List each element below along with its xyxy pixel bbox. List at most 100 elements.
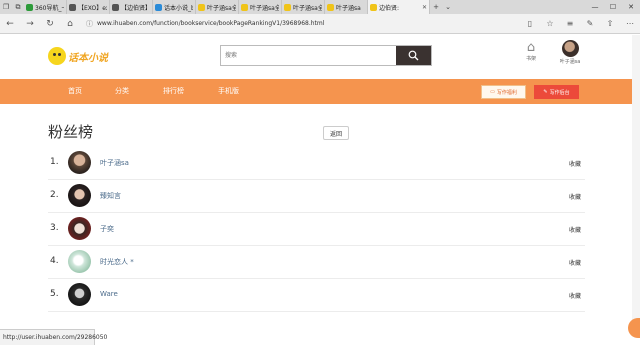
page-title: 粉丝榜 (48, 123, 94, 141)
bookshelf-link[interactable]: ⌂ 书架 (521, 40, 541, 62)
tab-favicon (26, 3, 33, 11)
search-button[interactable] (396, 46, 431, 65)
gift-icon: ▭ (490, 89, 495, 95)
close-window-icon[interactable]: ✕ (622, 0, 640, 14)
status-bar-url: http://user.ihuaben.com/29286050 (0, 329, 107, 345)
writing-welfare-label: 写作福利 (496, 89, 517, 96)
reading-view-icon[interactable]: ▯ (520, 14, 540, 34)
tab-favicon (155, 3, 162, 11)
tab-favicon (198, 3, 205, 11)
fan-rank: 4. (50, 256, 59, 266)
fan-name[interactable]: 时光恋人 * (100, 257, 134, 267)
page-info-icon[interactable]: ⓘ (86, 19, 93, 29)
tab-label: 叶子涵sa全部 (293, 4, 322, 12)
collect-link[interactable]: 收藏 (569, 159, 581, 168)
fan-avatar[interactable] (68, 217, 91, 240)
collect-link[interactable]: 收藏 (569, 225, 581, 234)
address-bar: ← → ↻ ⌂ ⓘ www.ihuaben.com/function/books… (0, 14, 640, 34)
nav-home[interactable]: 首页 (68, 86, 82, 96)
site-header: 话本小说 ⌂ 书架 叶子涵sa (0, 35, 640, 78)
user-name: 叶子涵sa (559, 59, 581, 65)
fan-avatar[interactable] (68, 184, 91, 207)
tab-favicon (241, 3, 248, 11)
forward-arrow-icon[interactable]: → (20, 14, 40, 34)
fan-row: 3. 子奕 收藏 (48, 213, 585, 246)
collect-link[interactable]: 收藏 (569, 192, 581, 201)
tab-label: 话本小说_bb (164, 4, 193, 12)
logo-text: 话本小说 (68, 52, 108, 64)
favorites-hub-icon[interactable]: ≡ (560, 14, 580, 34)
browser-tab[interactable]: 叶子涵sa全部 (196, 0, 239, 14)
fan-name[interactable]: 叶子涵sa (100, 158, 129, 168)
home-icon[interactable]: ⌂ (60, 14, 80, 34)
browser-tab[interactable]: 【边伯贤】L (110, 0, 153, 14)
fan-rank: 1. (50, 157, 59, 167)
tab-favicon (370, 3, 377, 11)
url-field[interactable]: ⓘ www.ihuaben.com/function/bookservice/b… (86, 17, 510, 31)
refresh-icon[interactable]: ↻ (40, 14, 60, 34)
writing-backend-label: 写作后台 (549, 89, 570, 96)
url-text[interactable]: www.ihuaben.com/function/bookservice/boo… (97, 20, 324, 27)
tab-preview-icon[interactable]: ❐ (0, 0, 12, 14)
maximize-icon[interactable]: ☐ (604, 0, 622, 14)
back-button[interactable]: 返回 (323, 126, 349, 140)
fan-name[interactable]: Ware (100, 290, 118, 298)
floating-side-button[interactable] (628, 318, 640, 338)
fan-row: 1. 叶子涵sa 收藏 (48, 147, 585, 180)
tab-label: 360导航_一个 (35, 4, 64, 12)
new-tab-icon[interactable]: + (430, 0, 442, 14)
fan-rank: 3. (50, 223, 59, 233)
minimize-icon[interactable]: — (586, 0, 604, 14)
fan-row: 5. Ware 收藏 (48, 279, 585, 312)
search-box (220, 45, 432, 66)
fan-name[interactable]: 子奕 (100, 224, 114, 234)
window-controls: — ☐ ✕ (586, 0, 640, 14)
search-input[interactable] (221, 46, 396, 65)
browser-tab[interactable]: 叶子涵sa (325, 0, 368, 14)
fan-avatar[interactable] (68, 283, 91, 306)
tab-label: 叶子涵sa全部 (250, 4, 279, 12)
user-menu[interactable]: 叶子涵sa (553, 40, 587, 65)
more-icon[interactable]: ⋯ (620, 14, 640, 34)
browser-tab-active[interactable]: 边伯贤: ✕ (368, 0, 430, 14)
browser-tab-strip: ❐ ⧉ 360导航_一个 【EXO】exo 【边伯贤】L 话本小说_bb 叶子涵… (0, 0, 640, 14)
writing-backend-button[interactable]: ✎ 写作后台 (534, 85, 579, 99)
bookshelf-label: 书架 (525, 56, 536, 62)
favorite-star-icon[interactable]: ☆ (540, 14, 560, 34)
main-nav: 首页 分类 排行榜 手机版 ▭ 写作福利 ✎ 写作后台 (0, 79, 640, 104)
tab-list-icon[interactable]: ⌄ (442, 0, 454, 14)
nav-mobile[interactable]: 手机版 (218, 86, 239, 96)
collect-link[interactable]: 收藏 (569, 291, 581, 300)
bookshelf-icon: ⌂ (526, 40, 536, 55)
tab-favicon (69, 3, 76, 11)
browser-tab[interactable]: 【EXO】exo (67, 0, 110, 14)
fan-avatar[interactable] (68, 250, 91, 273)
pen-icon: ✎ (543, 89, 548, 95)
page-scrollbar[interactable] (632, 35, 640, 329)
fan-rank: 2. (50, 190, 59, 200)
browser-tab[interactable]: 话本小说_bb (153, 0, 196, 14)
site-logo[interactable]: 话本小说 (48, 47, 108, 65)
share-icon[interactable]: ⇧ (600, 14, 620, 34)
browser-tab[interactable]: 叶子涵sa全部 (282, 0, 325, 14)
logo-mascot-icon (48, 47, 66, 65)
close-tab-icon[interactable]: ✕ (422, 4, 427, 11)
browser-tab[interactable]: 360导航_一个 (24, 0, 67, 14)
collect-link[interactable]: 收藏 (569, 258, 581, 267)
tab-label: 叶子涵sa (336, 4, 361, 12)
nav-ranking[interactable]: 排行榜 (163, 86, 184, 96)
pen-icon[interactable]: ✎ (580, 14, 600, 34)
writing-welfare-button[interactable]: ▭ 写作福利 (481, 85, 526, 99)
tab-switch-icon[interactable]: ⧉ (12, 0, 24, 14)
tab-favicon (284, 3, 291, 11)
nav-category[interactable]: 分类 (115, 86, 129, 96)
fan-row: 4. 时光恋人 * 收藏 (48, 246, 585, 279)
tab-favicon (112, 3, 119, 11)
back-arrow-icon[interactable]: ← (0, 14, 20, 34)
search-icon (408, 50, 419, 61)
fan-name[interactable]: 臻知言 (100, 191, 121, 201)
fan-avatar[interactable] (68, 151, 91, 174)
fan-rank: 5. (50, 289, 59, 299)
fan-ranking-content: 粉丝榜 返回 1. 叶子涵sa 收藏 2. 臻知言 收藏 3. 子奕 收藏 4.… (0, 104, 640, 329)
browser-tab[interactable]: 叶子涵sa全部 (239, 0, 282, 14)
